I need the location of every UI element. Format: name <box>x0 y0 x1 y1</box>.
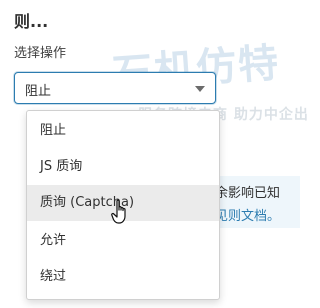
menu-item-js-challenge[interactable]: JS 质询 <box>27 149 219 185</box>
action-label: 选择操作 <box>14 46 67 61</box>
menu-item-allow[interactable]: 允许 <box>27 223 219 259</box>
info-docs-link[interactable]: 见则文档。 <box>215 205 280 224</box>
section-title: 则... <box>14 12 49 31</box>
info-text: 余影响已知 <box>215 186 281 201</box>
menu-item-block[interactable]: 阻止 <box>27 113 219 149</box>
chevron-down-icon[interactable] <box>195 86 205 92</box>
menu-item-bypass[interactable]: 绕过 <box>27 259 219 295</box>
hand-pointer-icon <box>111 199 126 224</box>
action-select[interactable]: 阻止 <box>14 72 216 104</box>
action-select-value: 阻止 <box>25 84 52 99</box>
